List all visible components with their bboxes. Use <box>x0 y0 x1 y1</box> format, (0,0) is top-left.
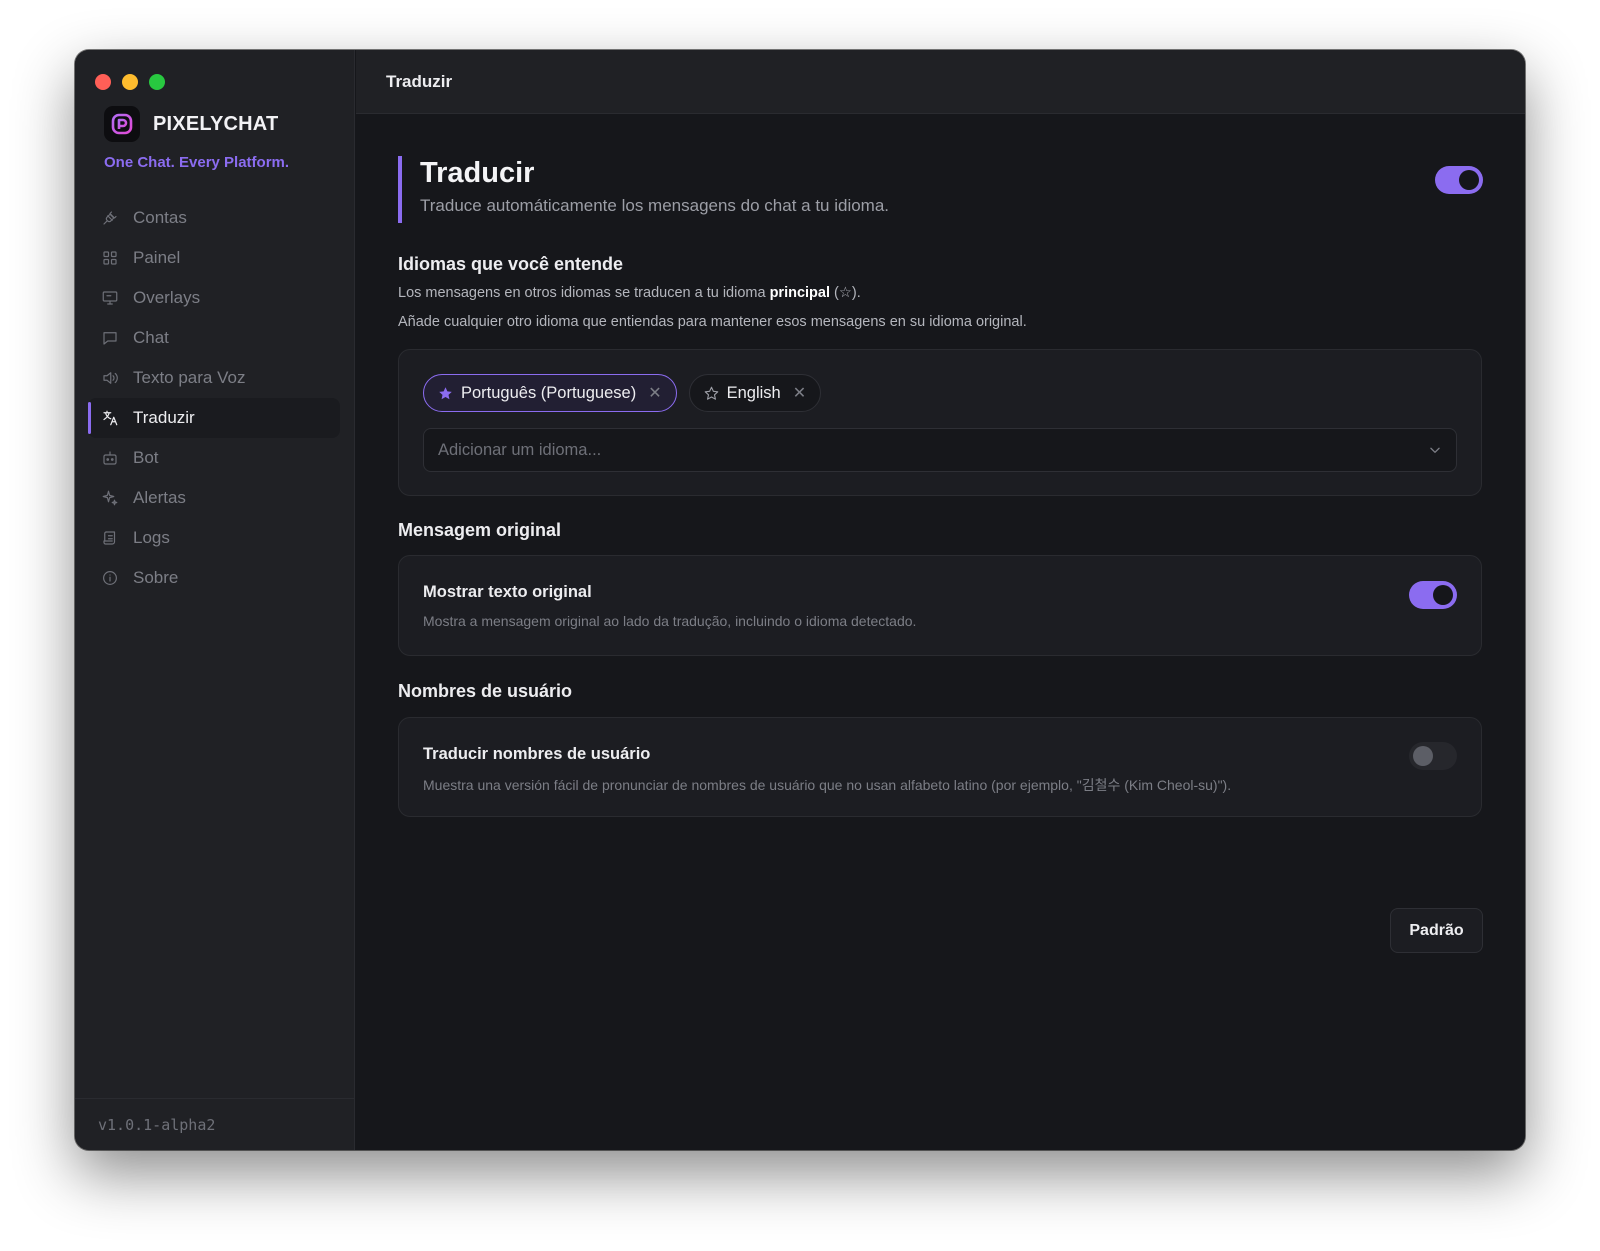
info-icon <box>100 568 120 588</box>
translate-icon <box>100 408 120 428</box>
grid-icon <box>100 248 120 268</box>
remove-language-icon[interactable]: ✕ <box>648 383 661 403</box>
sidebar-item-label: Logs <box>133 528 170 547</box>
sidebar-item-label: Overlays <box>133 288 201 307</box>
page-header: Traduzir <box>356 50 1525 114</box>
main-content: Traducir Traduce automáticamente los men… <box>356 114 1525 1150</box>
languages-heading: Idiomas que você entende <box>398 254 624 274</box>
sidebar-item-sobre[interactable]: Sobre <box>88 558 340 598</box>
plug-icon <box>100 208 120 228</box>
monitor-icon <box>100 288 120 308</box>
chip-label: Português (Portuguese) <box>461 383 637 402</box>
usernames-card: Traducir nombres de usuário Muestra una … <box>398 717 1482 817</box>
languages-text-part: Los mensagens en otros idiomas se traduc… <box>398 285 770 301</box>
show-original-toggle[interactable] <box>1409 581 1457 609</box>
show-original-title: Mostrar texto original <box>423 583 592 601</box>
languages-text-bold: principal <box>769 285 831 301</box>
languages-description-1: Los mensagens en otros idiomas se traduc… <box>398 285 861 301</box>
chevron-down-icon <box>1430 447 1440 453</box>
minimize-window-button[interactable] <box>122 74 138 90</box>
sidebar-item-contas[interactable]: Contas <box>88 198 340 238</box>
original-heading: Mensagem original <box>398 520 562 540</box>
translate-usernames-description: Muestra una versión fácil de pronunciar … <box>423 777 1232 793</box>
sidebar-item-label: Texto para Voz <box>133 368 246 387</box>
sidebar-nav: Contas Painel Overlays Chat Texto para V… <box>88 198 340 598</box>
bot-icon <box>100 448 120 468</box>
brand: PIXELYCHAT <box>104 106 278 142</box>
sidebar-item-label: Painel <box>133 248 181 267</box>
sidebar-item-traduzir[interactable]: Traduzir <box>88 398 340 438</box>
original-card: Mostrar texto original Mostra a mensagem… <box>398 555 1482 656</box>
sidebar-item-label: Alertas <box>133 488 186 507</box>
sidebar-item-alertas[interactable]: Alertas <box>88 478 340 518</box>
language-chip-english[interactable]: English ✕ <box>688 374 822 412</box>
sidebar-item-label: Bot <box>133 448 159 467</box>
toggle-knob <box>1459 170 1479 190</box>
sidebar-item-texto-para-voz[interactable]: Texto para Voz <box>88 358 340 398</box>
show-original-description: Mostra a mensagem original ao lado da tr… <box>423 613 917 629</box>
translate-enabled-toggle[interactable] <box>1435 166 1483 194</box>
languages-description-2: Añade cualquier otro idioma que entienda… <box>398 314 1027 330</box>
languages-card: Português (Portuguese) ✕ English ✕ Adici… <box>398 349 1482 496</box>
translate-usernames-toggle[interactable] <box>1409 742 1457 770</box>
toggle-knob <box>1413 746 1433 766</box>
sidebar-item-logs[interactable]: Logs <box>88 518 340 558</box>
star-outline-icon[interactable] <box>704 386 719 401</box>
sidebar-item-chat[interactable]: Chat <box>88 318 340 358</box>
star-filled-icon <box>439 386 452 399</box>
window-controls <box>95 74 165 90</box>
usernames-heading: Nombres de usuário <box>398 681 573 701</box>
chip-label: English <box>726 383 781 402</box>
sidebar-item-painel[interactable]: Painel <box>88 238 340 278</box>
pixelychat-logo-icon <box>104 106 140 142</box>
sidebar-item-bot[interactable]: Bot <box>88 438 340 478</box>
close-window-button[interactable] <box>95 74 111 90</box>
sidebar-item-label: Sobre <box>133 568 179 587</box>
app-window: PIXELYCHAT One Chat. Every Platform. Con… <box>75 50 1525 1150</box>
app-name: PIXELYCHAT <box>153 112 279 135</box>
toggle-knob <box>1433 585 1453 605</box>
maximize-window-button[interactable] <box>149 74 165 90</box>
scroll-icon <box>100 528 120 548</box>
page-title: Traducir <box>420 157 535 189</box>
remove-language-icon[interactable]: ✕ <box>793 383 806 403</box>
sparkle-icon <box>100 488 120 508</box>
speaker-icon <box>100 368 120 388</box>
add-language-select[interactable]: Adicionar um idioma... <box>423 428 1457 472</box>
app-tagline: One Chat. Every Platform. <box>104 154 290 171</box>
language-chip-portuguese[interactable]: Português (Portuguese) ✕ <box>423 374 677 412</box>
chat-bubble-icon <box>100 328 120 348</box>
languages-text-part: (☆). <box>830 285 861 301</box>
app-version: v1.0.1-alpha2 <box>75 1098 354 1150</box>
page-description: Traduce automáticamente los mensagens do… <box>420 196 890 215</box>
sidebar-item-label: Chat <box>133 328 169 347</box>
reset-default-button[interactable]: Padrão <box>1390 908 1483 953</box>
page-title-block: Traducir Traduce automáticamente los men… <box>398 156 889 223</box>
sidebar-item-label: Contas <box>133 208 187 227</box>
sidebar: PIXELYCHAT One Chat. Every Platform. Con… <box>75 50 355 1150</box>
sidebar-item-label: Traduzir <box>133 408 195 427</box>
translate-usernames-title: Traducir nombres de usuário <box>423 745 651 763</box>
add-language-placeholder: Adicionar um idioma... <box>438 440 602 459</box>
language-chips: Português (Portuguese) ✕ English ✕ <box>423 374 822 412</box>
sidebar-item-overlays[interactable]: Overlays <box>88 278 340 318</box>
